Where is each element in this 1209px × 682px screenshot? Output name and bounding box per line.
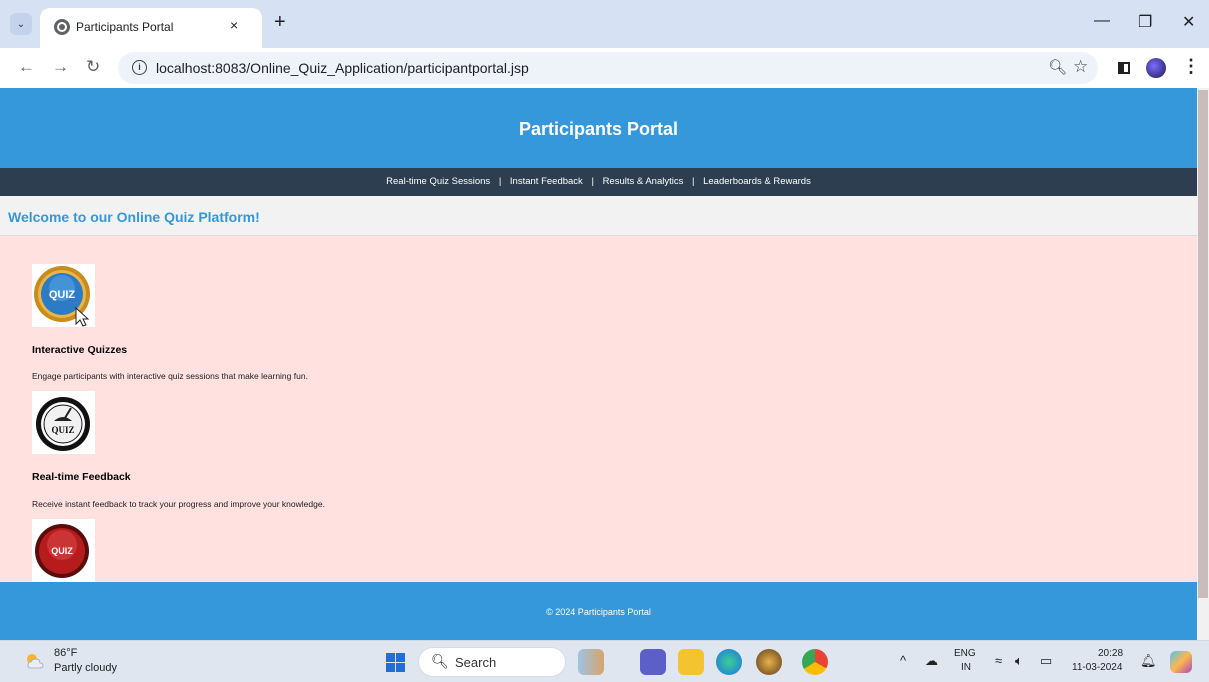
nav-link-quiz-sessions[interactable]: Real-time Quiz Sessions bbox=[386, 176, 490, 187]
new-tab-icon[interactable]: + bbox=[274, 12, 286, 32]
url-text[interactable]: localhost:8083/Online_Quiz_Application/p… bbox=[156, 60, 529, 76]
file-explorer-icon[interactable] bbox=[678, 649, 704, 675]
bookmark-star-icon[interactable]: ☆ bbox=[1073, 57, 1088, 77]
site-info-icon[interactable]: i bbox=[132, 60, 147, 75]
notification-bell-icon[interactable]: 🔔︎ bbox=[1140, 653, 1157, 669]
quiz-badge-black-image: QUIZ bbox=[32, 391, 95, 454]
chrome-app-icon[interactable] bbox=[802, 649, 828, 675]
scrollbar-thumb[interactable] bbox=[1198, 90, 1208, 598]
footer-copyright: © 2024 Participants Portal bbox=[546, 607, 651, 617]
teams-app-icon[interactable] bbox=[640, 649, 666, 675]
search-icon: 🔍︎ bbox=[431, 653, 449, 669]
quiz-badge-red-image: QUIZ bbox=[32, 519, 95, 582]
language-indicator[interactable]: ENG bbox=[954, 648, 976, 659]
svg-text:QUIZ: QUIZ bbox=[49, 289, 76, 301]
feature-title: Interactive Quizzes bbox=[32, 344, 128, 356]
wifi-icon[interactable]: ≈ bbox=[995, 653, 1002, 668]
nav-link-leaderboards-rewards[interactable]: Leaderboards & Rewards bbox=[703, 176, 811, 187]
globe-favicon-icon bbox=[54, 19, 70, 35]
site-footer: © 2024 Participants Portal bbox=[0, 582, 1197, 640]
tab-title: Participants Portal bbox=[76, 20, 174, 34]
minimize-icon[interactable]: — bbox=[1094, 12, 1110, 30]
copilot-icon[interactable] bbox=[1170, 651, 1192, 673]
kebab-menu-icon[interactable]: ⋮ bbox=[1182, 56, 1200, 77]
feature-title: Real-time Feedback bbox=[32, 471, 131, 483]
back-arrow-icon[interactable]: ← bbox=[18, 57, 35, 77]
show-hidden-icons-chevron-icon[interactable]: ^ bbox=[900, 653, 906, 668]
address-bar[interactable]: i localhost:8083/Online_Quiz_Application… bbox=[118, 52, 1098, 84]
svg-text:QUIZ: QUIZ bbox=[51, 425, 74, 435]
clock-date[interactable]: 11-03-2024 bbox=[1072, 662, 1122, 673]
page-viewport: Participants Portal Real-time Quiz Sessi… bbox=[0, 88, 1197, 640]
welcome-heading: Welcome to our Online Quiz Platform! bbox=[8, 209, 260, 225]
browser-toolbar: ← → ↻ i localhost:8083/Online_Quiz_Appli… bbox=[0, 48, 1209, 88]
tab-search-chevron-icon[interactable]: ⌄ bbox=[10, 13, 32, 35]
active-tab[interactable]: Participants Portal × bbox=[40, 8, 262, 48]
taskbar-search-label: Search bbox=[455, 655, 497, 670]
battery-icon[interactable]: ▭ bbox=[1040, 653, 1052, 669]
page-title: Participants Portal bbox=[518, 119, 679, 139]
language-region[interactable]: IN bbox=[961, 662, 971, 673]
site-header: Participants Portal bbox=[0, 88, 1197, 168]
weather-temperature[interactable]: 86°F bbox=[54, 647, 77, 659]
widgets-app-icon[interactable] bbox=[578, 649, 604, 675]
app-icon[interactable] bbox=[756, 649, 782, 675]
weather-condition[interactable]: Partly cloudy bbox=[54, 662, 117, 674]
windows-taskbar: 86°F Partly cloudy 🔍︎ Search ^ ☁ ENG IN … bbox=[0, 640, 1209, 682]
reload-icon[interactable]: ↻ bbox=[86, 57, 100, 77]
partly-cloudy-icon[interactable] bbox=[24, 652, 46, 670]
page-scrollbar[interactable] bbox=[1197, 88, 1209, 640]
taskbar-search-box[interactable]: 🔍︎ Search bbox=[418, 647, 566, 677]
tab-close-icon[interactable]: × bbox=[230, 17, 238, 33]
nav-separator: | bbox=[498, 176, 502, 187]
onedrive-cloud-icon[interactable]: ☁ bbox=[925, 653, 938, 669]
side-panel-icon[interactable] bbox=[1118, 62, 1130, 74]
site-navigation: Real-time Quiz Sessions | Instant Feedba… bbox=[0, 168, 1197, 196]
feature-description: Receive instant feedback to track your p… bbox=[32, 499, 325, 509]
close-window-icon[interactable]: ✕ bbox=[1182, 12, 1195, 32]
nav-link-results-analytics[interactable]: Results & Analytics bbox=[603, 176, 684, 187]
nav-separator: | bbox=[591, 176, 594, 187]
edge-browser-icon[interactable] bbox=[716, 649, 742, 675]
welcome-banner: Welcome to our Online Quiz Platform! bbox=[0, 196, 1197, 236]
profile-avatar-icon[interactable] bbox=[1146, 58, 1166, 78]
restore-icon[interactable]: ❐ bbox=[1138, 12, 1152, 32]
quiz-badge-blue-image: QUIZ bbox=[32, 264, 95, 327]
browser-tab-strip: ⌄ Participants Portal × + — ❐ ✕ bbox=[0, 0, 1209, 48]
nav-separator: | bbox=[692, 176, 695, 187]
nav-link-instant-feedback[interactable]: Instant Feedback bbox=[510, 176, 583, 187]
svg-text:QUIZ: QUIZ bbox=[51, 546, 73, 556]
volume-icon[interactable]: 🔈︎ bbox=[1015, 653, 1023, 669]
clock-time[interactable]: 20:28 bbox=[1098, 648, 1123, 659]
forward-arrow-icon[interactable]: → bbox=[52, 57, 69, 77]
windows-start-icon[interactable] bbox=[386, 653, 405, 672]
feature-description: Engage participants with interactive qui… bbox=[32, 371, 308, 381]
zoom-magnifier-icon[interactable]: 🔍︎ bbox=[1048, 58, 1067, 76]
